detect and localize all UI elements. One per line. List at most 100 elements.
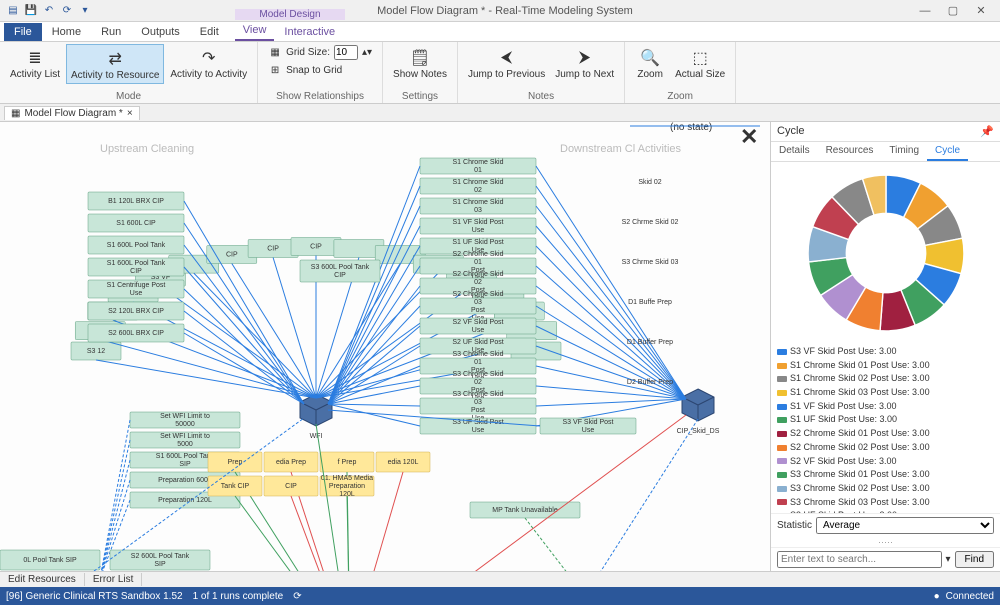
- next-icon: ⮞: [573, 46, 597, 70]
- panel-tab-timing[interactable]: Timing: [881, 142, 927, 161]
- legend-item: S1 Chrome Skid 03 Post Use: 3.00: [777, 387, 930, 399]
- doc-icon: ▦: [11, 108, 20, 119]
- node-label: CIP: [285, 483, 297, 490]
- notes-icon: 🗒: [408, 46, 432, 70]
- flow-edge: [194, 273, 316, 398]
- zoom-button[interactable]: 🔍 Zoom: [631, 44, 669, 82]
- file-icon[interactable]: ▤: [6, 4, 20, 18]
- activity-list-button[interactable]: ≣ Activity List: [6, 44, 64, 82]
- flow-edge: [328, 404, 420, 406]
- file-tab[interactable]: File: [4, 23, 42, 41]
- grid-size-input[interactable]: [334, 45, 358, 60]
- legend-swatch: [777, 431, 787, 437]
- node-label: 03: [474, 399, 482, 406]
- tab-interactive[interactable]: Interactive: [274, 23, 345, 41]
- quick-access-toolbar: ▤ 💾 ↶ ⟳ ▾: [0, 4, 98, 18]
- node-label: S1 600L Pool Tank: [156, 453, 215, 460]
- jump-next-button[interactable]: ⮞ Jump to Next: [551, 44, 618, 82]
- panel-splitter[interactable]: ·····: [771, 537, 1000, 547]
- node-label: S2 VF Skid Post: [453, 319, 504, 326]
- node-label: S2 Chrome Skid: [453, 291, 504, 298]
- donut-chart: [771, 162, 1000, 344]
- legend-item: S3 VF Skid Post Use: 3.00: [777, 346, 897, 358]
- legend-swatch: [777, 486, 787, 492]
- panel-tab-cycle[interactable]: Cycle: [927, 142, 968, 161]
- panel-tab-resources[interactable]: Resources: [818, 142, 882, 161]
- legend-swatch: [777, 363, 787, 369]
- snap-to-grid-button[interactable]: ⊞ Snap to Grid: [264, 62, 376, 78]
- actual-size-icon: ⬚: [688, 46, 712, 70]
- flow-canvas[interactable]: ✕(no state)Upstream CleaningDownstream C…: [0, 122, 770, 571]
- chart-legend: S3 VF Skid Post Use: 3.00 S1 Chrome Skid …: [771, 344, 1000, 513]
- activity-to-activity-button[interactable]: ↷ Activity to Activity: [166, 44, 251, 82]
- tab-outputs[interactable]: Outputs: [131, 23, 190, 41]
- ribbon-group-mode: ≣ Activity List ⇄ Activity to Resource ↷…: [0, 42, 258, 103]
- hub-label: CIP_Skid_DS: [677, 428, 720, 435]
- node-label: Set WFI Limit to: [160, 413, 210, 420]
- show-notes-button[interactable]: 🗒 Show Notes: [389, 44, 451, 82]
- tab-edit[interactable]: Edit: [190, 23, 229, 41]
- document-tabs: ▦ Model Flow Diagram * ×: [0, 104, 1000, 122]
- legend-swatch: [777, 472, 787, 478]
- legend-item: S3 Chrome Skid 02 Post Use: 3.00: [777, 483, 930, 495]
- tab-home[interactable]: Home: [42, 23, 91, 41]
- search-input[interactable]: [777, 551, 942, 568]
- refresh-icon[interactable]: ⟳: [60, 4, 74, 18]
- tab-run[interactable]: Run: [91, 23, 131, 41]
- node-label: edia 120L: [388, 459, 419, 466]
- grid-icon: ▦: [268, 46, 282, 60]
- close-button[interactable]: ✕: [968, 2, 994, 20]
- statistic-select[interactable]: Average: [816, 517, 994, 534]
- no-state-label: (no state): [670, 122, 712, 133]
- node-label: S1 Chrome Skid: [453, 159, 504, 166]
- document-tab[interactable]: ▦ Model Flow Diagram * ×: [4, 106, 140, 120]
- flow-edge: [232, 263, 316, 398]
- legend-item: S1 UF Skid Post Use: 3.00: [777, 414, 897, 426]
- find-button[interactable]: Find: [955, 551, 994, 568]
- legend-swatch: [777, 417, 787, 423]
- node-label: S3 Chrome Skid: [453, 391, 504, 398]
- faded-node: D1 Buffer Prep: [627, 339, 673, 346]
- panel-tab-details[interactable]: Details: [771, 142, 818, 161]
- bottom-tabs: Edit Resources Error List: [0, 571, 1000, 587]
- node-label: 01: [474, 259, 482, 266]
- flow-edge: [328, 206, 420, 404]
- close-tab-icon[interactable]: ×: [127, 108, 133, 119]
- node-label: Post: [471, 407, 485, 414]
- minimize-button[interactable]: —: [912, 2, 938, 20]
- flow-edge: [328, 404, 420, 426]
- error-list-tab[interactable]: Error List: [85, 573, 143, 586]
- flow-edge: [291, 496, 350, 571]
- refresh-status-icon[interactable]: ⟳: [293, 591, 301, 602]
- dropdown-icon[interactable]: ▾: [78, 4, 92, 18]
- node-label: edia Prep: [276, 459, 306, 466]
- node-label: Preparation 120L: [158, 497, 212, 504]
- search-dropdown-icon[interactable]: ▾: [946, 554, 951, 565]
- activity-to-resource-button[interactable]: ⇄ Activity to Resource: [66, 44, 164, 84]
- panel-pin-icon[interactable]: 📌: [980, 125, 994, 138]
- grid-size-control[interactable]: ▦ Grid Size: ▴▾: [264, 44, 376, 61]
- tab-view[interactable]: View: [235, 23, 275, 41]
- legend-item: S1 VF Skid Post Use: 3.00: [777, 401, 897, 413]
- ribbon-group-show-rel: ▦ Grid Size: ▴▾ ⊞ Snap to Grid Show Rela…: [258, 42, 383, 103]
- node-label: S1 VF Skid Post: [453, 219, 504, 226]
- flow-edge: [536, 166, 686, 399]
- node-label: S1 Chrome Skid: [453, 179, 504, 186]
- legend-item: S2 Chrome Skid 01 Post Use: 3.00: [777, 428, 930, 440]
- save-icon[interactable]: 💾: [24, 4, 38, 18]
- legend-swatch: [777, 376, 787, 382]
- side-panel: Cycle 📌 Details Resources Timing Cycle S…: [770, 122, 1000, 571]
- zoom-icon: 🔍: [638, 46, 662, 70]
- node-label: 01. HMA5 Media: [321, 475, 373, 482]
- jump-prev-button[interactable]: ⮜ Jump to Previous: [464, 44, 549, 82]
- edit-resources-tab[interactable]: Edit Resources: [0, 573, 85, 586]
- link-icon: ⇄: [103, 47, 127, 71]
- node-label: S3 600L Pool Tank: [311, 264, 370, 271]
- node-label: 02: [474, 379, 482, 386]
- actual-size-button[interactable]: ⬚ Actual Size: [671, 44, 729, 82]
- undo-icon[interactable]: ↶: [42, 4, 56, 18]
- maximize-button[interactable]: ▢: [940, 2, 966, 20]
- spinner-icon[interactable]: ▴▾: [362, 47, 372, 58]
- canvas-close-icon[interactable]: ✕: [740, 124, 758, 149]
- faded-node: S2 Chrme Skid 02: [622, 219, 679, 226]
